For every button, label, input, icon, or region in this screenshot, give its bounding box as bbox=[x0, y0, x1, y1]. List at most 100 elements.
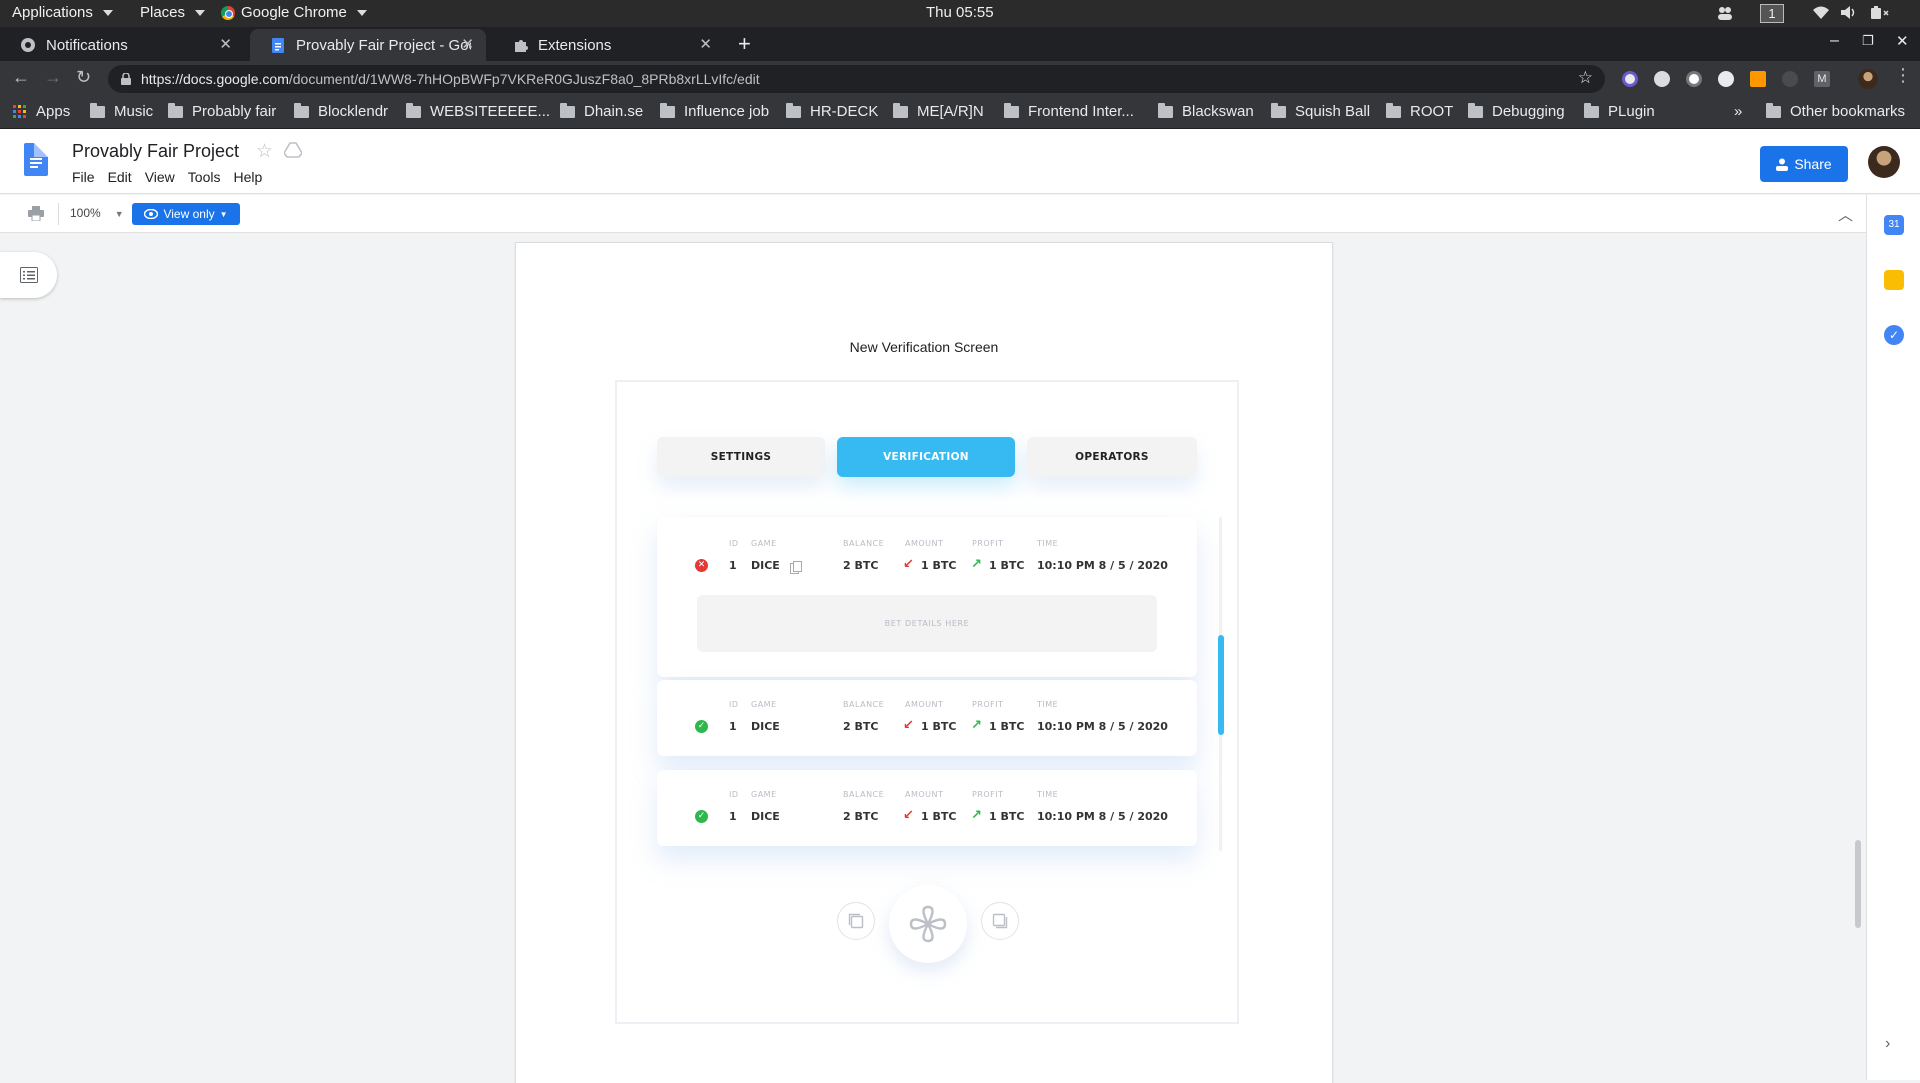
bookmark-apps[interactable]: Apps bbox=[13, 103, 70, 120]
next-icon-button bbox=[981, 902, 1019, 940]
browser-tab-strip: Notifications ✕ Provably Fair Project - … bbox=[0, 27, 1920, 61]
document-scrollbar-thumb[interactable] bbox=[1855, 840, 1861, 928]
apps-grid-icon bbox=[13, 104, 26, 118]
extension-icon-1[interactable] bbox=[1622, 71, 1638, 87]
eye-icon bbox=[144, 209, 159, 219]
extension-icon-2[interactable] bbox=[1654, 71, 1670, 87]
failed-status-icon: ✕ bbox=[695, 559, 708, 572]
menu-tools[interactable]: Tools bbox=[188, 169, 221, 185]
tasks-icon[interactable]: ✓ bbox=[1884, 325, 1904, 345]
person-icon bbox=[1776, 158, 1789, 171]
menu-edit[interactable]: Edit bbox=[108, 169, 132, 185]
bookmark-folder[interactable]: Frontend Inter... bbox=[1004, 102, 1134, 120]
clock[interactable]: Thu 05:55 bbox=[926, 4, 994, 21]
bookmark-folder[interactable]: Blocklendr bbox=[294, 102, 388, 120]
bookmark-folder[interactable]: HR-DECK bbox=[786, 102, 878, 120]
wifi-icon[interactable] bbox=[1812, 5, 1830, 20]
calendar-icon[interactable]: 31 bbox=[1884, 215, 1904, 235]
extension-icon-5[interactable] bbox=[1750, 71, 1766, 87]
other-bookmarks[interactable]: Other bookmarks bbox=[1766, 102, 1906, 120]
close-icon[interactable]: ✕ bbox=[461, 35, 474, 53]
new-tab-icon[interactable]: + bbox=[738, 31, 751, 57]
bookmark-folder[interactable]: WEBSITEEEEE... bbox=[406, 102, 550, 120]
keep-icon[interactable] bbox=[1884, 270, 1904, 290]
bookmark-folder[interactable]: ME[A/R]N bbox=[893, 102, 984, 120]
bookmark-folder[interactable]: Squish Ball bbox=[1271, 102, 1370, 120]
folder-icon bbox=[1468, 102, 1483, 118]
document-outline-button[interactable] bbox=[0, 252, 57, 298]
menu-help[interactable]: Help bbox=[233, 169, 262, 185]
other-bookmarks-label: Other bookmarks bbox=[1790, 103, 1906, 120]
close-icon[interactable]: ✕ bbox=[699, 35, 712, 53]
expand-panel-icon[interactable]: › bbox=[1885, 1035, 1890, 1053]
drive-move-icon[interactable] bbox=[283, 142, 303, 163]
bookmark-folder[interactable]: Probably fair bbox=[168, 102, 276, 120]
places-label: Places bbox=[140, 4, 186, 21]
bet-amount: 1 BTC bbox=[921, 720, 957, 733]
bookmark-folder[interactable]: ROOT bbox=[1386, 102, 1454, 120]
bookmarks-overflow[interactable]: » bbox=[1734, 103, 1742, 120]
bookmark-folder[interactable]: Music bbox=[90, 102, 153, 120]
forward-icon[interactable]: → bbox=[44, 67, 62, 88]
document-title[interactable]: Provably Fair Project bbox=[72, 141, 239, 162]
tab-extensions[interactable]: Extensions ✕ bbox=[492, 29, 724, 61]
lock-icon bbox=[121, 73, 131, 85]
collapse-toolbar-icon[interactable]: ︿ bbox=[1838, 204, 1853, 225]
tab-notifications[interactable]: Notifications ✕ bbox=[0, 29, 244, 61]
chrome-menu-icon[interactable]: ⋮ bbox=[1894, 65, 1912, 86]
zoom-select[interactable]: 100% ▼ bbox=[70, 206, 124, 220]
print-icon[interactable] bbox=[28, 206, 44, 226]
back-icon[interactable]: ← bbox=[12, 67, 30, 88]
bookmark-star-icon[interactable]: ☆ bbox=[1578, 68, 1593, 88]
profile-avatar-icon[interactable] bbox=[1858, 69, 1878, 89]
extension-icon-6[interactable] bbox=[1782, 71, 1798, 87]
col-header-amount: AMOUNT bbox=[905, 790, 944, 799]
extension-icon-3[interactable] bbox=[1686, 71, 1702, 87]
minimize-icon[interactable]: – bbox=[1830, 32, 1839, 50]
bet-time: 10:10 PM 8 / 5 / 2020 bbox=[1037, 720, 1168, 733]
places-menu[interactable]: Places bbox=[140, 4, 206, 21]
docs-header: Provably Fair Project ☆ File Edit View T… bbox=[0, 129, 1920, 194]
col-header-game: GAME bbox=[751, 790, 777, 799]
bookmark-label: ROOT bbox=[1410, 103, 1454, 120]
bookmark-label: Debugging bbox=[1492, 103, 1565, 120]
side-panel: 31 ✓ › bbox=[1866, 195, 1920, 1080]
github-icon bbox=[20, 37, 36, 53]
bookmark-label: Blackswan bbox=[1182, 103, 1254, 120]
bookmark-folder[interactable]: Dhain.se bbox=[560, 102, 643, 120]
close-icon[interactable]: ✕ bbox=[219, 35, 232, 53]
restore-icon[interactable]: ❐ bbox=[1862, 33, 1874, 49]
bookmark-folder[interactable]: Debugging bbox=[1468, 102, 1565, 120]
success-status-icon: ✓ bbox=[695, 720, 708, 733]
bookmark-folder[interactable]: Influence job bbox=[660, 102, 769, 120]
bookmark-folder[interactable]: PLugin bbox=[1584, 102, 1655, 120]
people-icon[interactable] bbox=[1716, 5, 1734, 21]
star-icon[interactable]: ☆ bbox=[256, 140, 273, 163]
browser-menu[interactable]: Google Chrome bbox=[221, 4, 367, 21]
verification-screen-mockup: SETTINGS VERIFICATION OPERATORS ID GAME … bbox=[615, 380, 1239, 1024]
battery-icon[interactable] bbox=[1868, 5, 1890, 20]
bet-row-card: ID GAME BALANCE AMOUNT PROFIT TIME ✓ 1 D… bbox=[657, 770, 1197, 846]
arrow-up-icon: ↗ bbox=[971, 808, 982, 823]
docs-logo-icon[interactable] bbox=[24, 143, 48, 176]
volume-icon[interactable] bbox=[1840, 5, 1858, 20]
workspace-number: 1 bbox=[1768, 6, 1776, 21]
bookmark-folder[interactable]: Blackswan bbox=[1158, 102, 1254, 120]
menu-file[interactable]: File bbox=[72, 169, 95, 185]
applications-menu[interactable]: Applications bbox=[12, 4, 113, 21]
menu-view[interactable]: View bbox=[145, 169, 175, 185]
address-bar[interactable]: https://docs.google.com/document/d/1WW8-… bbox=[108, 65, 1605, 93]
share-button[interactable]: Share bbox=[1760, 146, 1848, 182]
col-header-time: TIME bbox=[1037, 539, 1059, 548]
view-only-button[interactable]: View only ▼ bbox=[132, 203, 240, 225]
folder-icon bbox=[90, 102, 105, 118]
extension-icon-m[interactable]: M bbox=[1814, 71, 1830, 87]
extension-icon-4[interactable] bbox=[1718, 71, 1734, 87]
bet-id: 1 bbox=[729, 559, 737, 572]
tab-provably-fair[interactable]: Provably Fair Project - Goo ✕ bbox=[250, 29, 486, 61]
window-close-icon[interactable]: ✕ bbox=[1896, 32, 1909, 50]
workspace-indicator[interactable]: 1 bbox=[1760, 4, 1784, 23]
reload-icon[interactable]: ↻ bbox=[76, 67, 91, 88]
col-header-time: TIME bbox=[1037, 790, 1059, 799]
account-avatar[interactable] bbox=[1868, 146, 1900, 178]
